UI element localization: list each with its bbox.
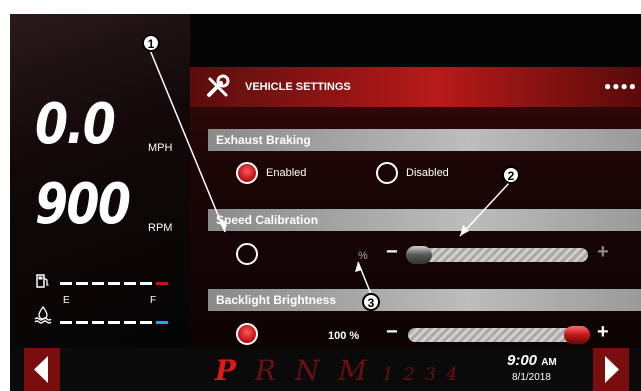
screenshot: 0.0 MPH 900 RPM E F VEHICLE SETTINGS ●●●… <box>0 0 641 391</box>
callout-3: 3 <box>362 293 380 311</box>
callout-lines <box>149 49 511 295</box>
callout-1: 1 <box>142 34 160 52</box>
callout-2: 2 <box>502 166 520 184</box>
